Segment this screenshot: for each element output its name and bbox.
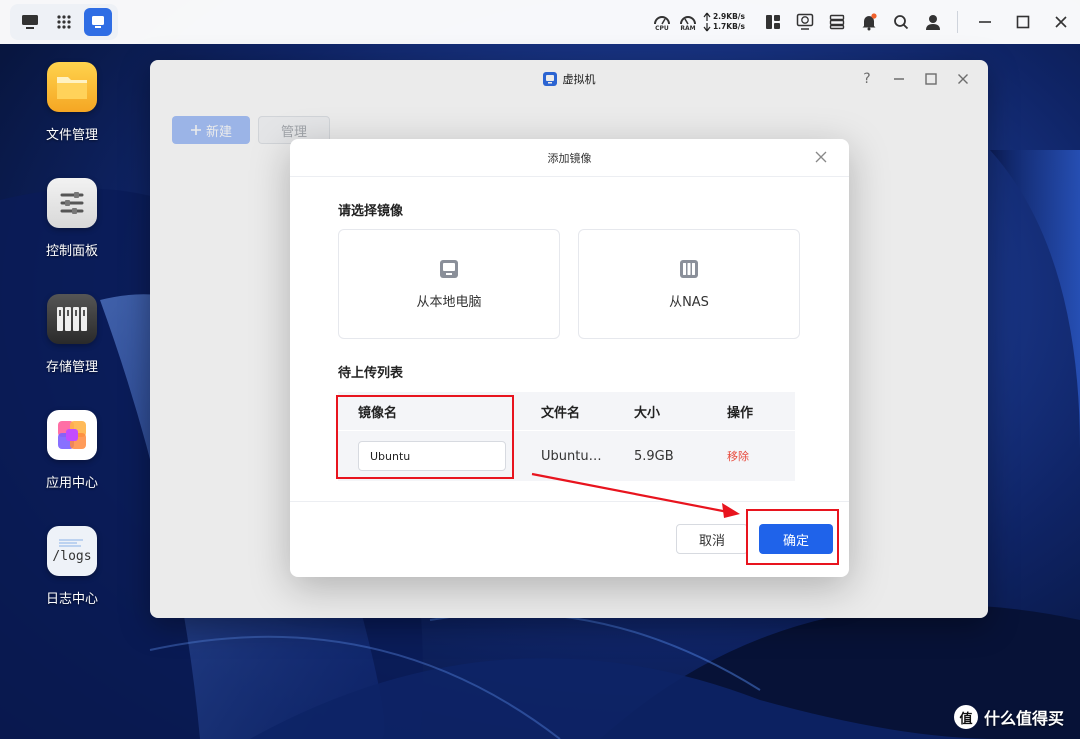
- watermark-text: 什么值得买: [983, 709, 1064, 728]
- watermark: 值 什么值得买: [953, 705, 1064, 729]
- annotation-arrow: [531, 472, 740, 518]
- watermark-logo-icon: 值: [953, 705, 978, 729]
